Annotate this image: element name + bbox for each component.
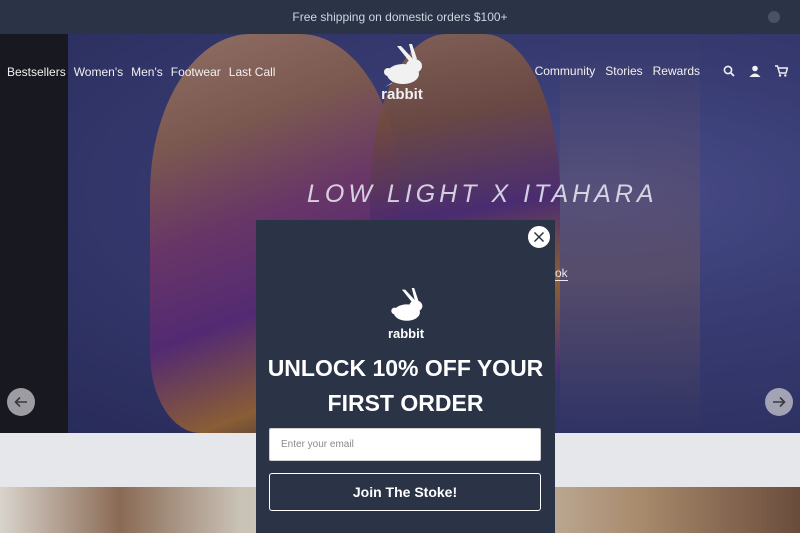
nav-item-bestsellers[interactable]: Bestsellers [7,65,66,79]
main-nav-right: Community Stories Rewards [535,64,788,78]
email-input[interactable] [269,428,541,461]
arrow-left-icon [14,396,27,408]
popup-logo: rabbit [384,288,428,341]
nav-item-womens[interactable]: Women's [74,65,123,79]
popup-headline-line1: UNLOCK 10% OFF YOUR [267,355,544,381]
nav-item-rewards[interactable]: Rewards [653,64,700,78]
join-button[interactable]: Join The Stoke! [269,473,541,511]
arrow-right-icon [773,396,786,408]
popup-headline: UNLOCK 10% OFF YOUR FIRST ORDER [256,351,555,421]
hero-shop-link[interactable]: ok [555,266,568,281]
rabbit-logo-icon [391,288,423,321]
close-icon [533,231,545,243]
cart-icon[interactable] [774,64,788,78]
nav-item-footwear[interactable]: Footwear [171,65,221,79]
brand-logo[interactable]: rabbit [374,44,430,108]
account-icon[interactable] [748,64,762,78]
popup-headline-line2: FIRST ORDER [327,390,484,416]
popup-logo-text: rabbit [387,326,425,341]
search-icon[interactable] [722,64,736,78]
main-nav-left: Bestsellers Women's Men's Footwear Last … [7,65,283,79]
nav-item-stories[interactable]: Stories [605,64,642,78]
nav-item-last-call[interactable]: Last Call [229,65,276,79]
hero-title: LOW LIGHT X ITAHARA [307,180,658,208]
nav-item-mens[interactable]: Men's [131,65,163,79]
announcement-text: Free shipping on domestic orders $100+ [292,10,508,24]
brand-logo-text: rabbit [381,86,423,103]
announcement-close-icon[interactable] [768,11,780,23]
carousel-prev-button[interactable] [7,388,35,416]
rabbit-logo-icon [384,44,422,87]
carousel-next-button[interactable] [765,388,793,416]
announcement-bar: Free shipping on domestic orders $100+ [0,0,800,34]
popup-close-button[interactable] [527,225,551,249]
nav-item-community[interactable]: Community [535,64,596,78]
